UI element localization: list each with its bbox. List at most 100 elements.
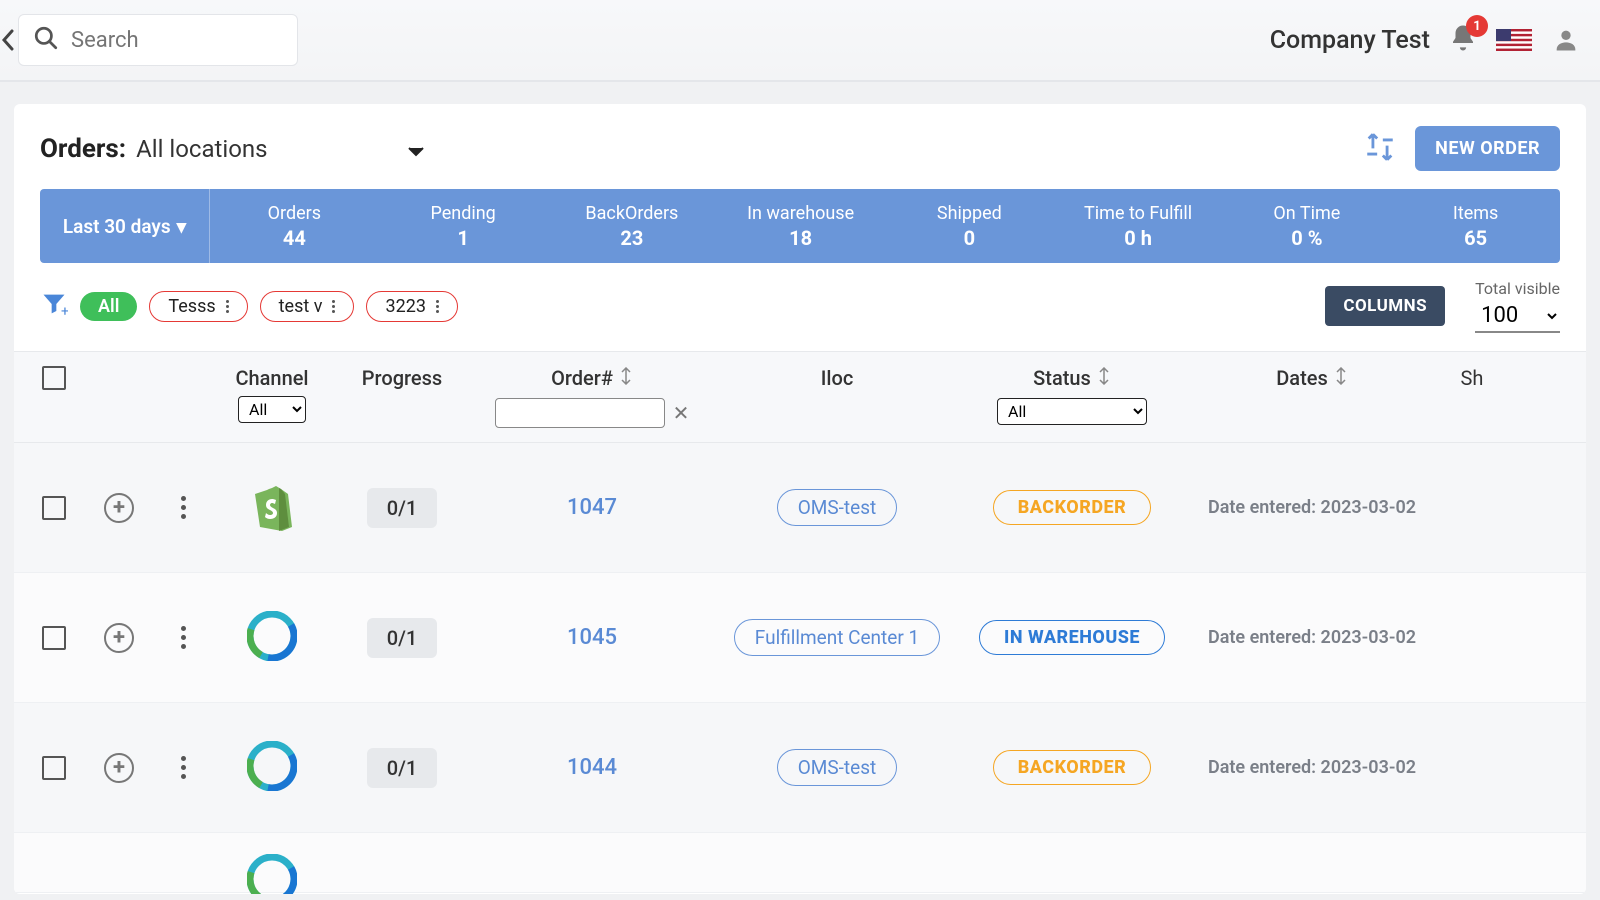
select-all-checkbox[interactable] xyxy=(42,366,66,390)
table-row: +0/1 1044 OMS-test BACKORDER Date entered: 2… xyxy=(14,703,1586,833)
table-row xyxy=(14,833,1586,893)
stat-item: Pending1 xyxy=(379,189,548,263)
channel-filter-select[interactable]: All xyxy=(238,396,306,423)
status-filter-select[interactable]: All xyxy=(997,398,1147,425)
iloc-chip: Fulfillment Center 1 xyxy=(734,619,940,656)
total-visible-label: Total visible xyxy=(1475,279,1560,298)
search-input[interactable] xyxy=(71,28,283,53)
clear-order-filter-icon[interactable]: ✕ xyxy=(673,401,690,425)
channel-logo-icon xyxy=(247,854,297,895)
caret-down-icon: ▾ xyxy=(177,215,187,238)
new-order-button[interactable]: NEW ORDER xyxy=(1415,126,1560,171)
svg-text:+: + xyxy=(61,304,68,318)
search-box[interactable] xyxy=(18,14,298,66)
progress-chip: 0/1 xyxy=(367,748,438,788)
page-card: Orders: All locations NEW ORDER Last 30 … xyxy=(14,104,1586,894)
stat-item: Items65 xyxy=(1391,189,1560,263)
row-checkbox[interactable] xyxy=(42,756,66,780)
stat-label: Orders xyxy=(268,203,321,224)
stat-label: In warehouse xyxy=(747,203,854,224)
stat-value: 23 xyxy=(620,226,643,250)
back-chevron-icon[interactable] xyxy=(0,29,16,51)
sort-icon xyxy=(619,366,633,390)
col-status-sort[interactable]: Status xyxy=(1033,366,1111,390)
import-export-icon[interactable] xyxy=(1363,130,1397,168)
row-menu-button[interactable] xyxy=(181,496,186,519)
stat-label: BackOrders xyxy=(585,203,678,224)
expand-row-button[interactable]: + xyxy=(104,623,134,653)
stats-period-label: Last 30 days xyxy=(63,215,171,238)
stat-label: Pending xyxy=(430,203,495,224)
stat-item: BackOrders23 xyxy=(548,189,717,263)
table-row: +0/1 1045 Fulfillment Center 1 IN WAREHOUSE… xyxy=(14,573,1586,703)
notifications-button[interactable]: 1 xyxy=(1448,23,1478,57)
stat-item: Time to Fulfill0 h xyxy=(1054,189,1223,263)
stat-label: Shipped xyxy=(937,203,1002,224)
col-dates-sort[interactable]: Dates xyxy=(1276,366,1348,390)
row-menu-button[interactable] xyxy=(181,756,186,779)
date-entered: Date entered: 2023-03-02 xyxy=(1208,497,1416,518)
order-link[interactable]: 1047 xyxy=(567,495,617,520)
col-sh-label: Sh xyxy=(1461,366,1484,390)
stat-item: Orders44 xyxy=(210,189,379,263)
iloc-chip: OMS-test xyxy=(777,489,898,526)
filter-pill[interactable]: test v xyxy=(260,291,355,322)
iloc-chip: OMS-test xyxy=(777,749,898,786)
stat-item: In warehouse18 xyxy=(716,189,885,263)
channel-logo-icon xyxy=(247,611,297,665)
col-iloc-label: Iloc xyxy=(821,366,854,390)
page-title: Orders: xyxy=(40,134,126,164)
expand-row-button[interactable]: + xyxy=(104,753,134,783)
status-chip: BACKORDER xyxy=(993,750,1152,785)
col-progress-label: Progress xyxy=(362,366,442,390)
total-visible-select[interactable]: 100 xyxy=(1475,300,1560,333)
row-checkbox[interactable] xyxy=(42,496,66,520)
row-menu-button[interactable] xyxy=(181,626,186,649)
add-filter-icon[interactable]: + xyxy=(40,290,68,322)
kebab-icon[interactable] xyxy=(436,300,439,313)
filter-pill[interactable]: 3223 xyxy=(366,291,457,322)
notification-badge: 1 xyxy=(1466,15,1488,37)
stat-value: 65 xyxy=(1464,226,1487,250)
search-icon xyxy=(33,25,59,55)
stat-value: 44 xyxy=(283,226,306,250)
locale-flag-us[interactable] xyxy=(1496,29,1532,51)
company-name: Company Test xyxy=(1270,26,1430,55)
stats-bar: Last 30 days ▾ Orders44Pending1BackOrder… xyxy=(40,189,1560,263)
table-header: Channel All Progress Order# ✕ Iloc Statu… xyxy=(14,352,1586,443)
col-order-sort[interactable]: Order# xyxy=(551,366,633,390)
stat-item: Shipped0 xyxy=(885,189,1054,263)
kebab-icon[interactable] xyxy=(332,300,335,313)
stat-value: 0 xyxy=(964,226,975,250)
caret-down-icon xyxy=(408,135,424,163)
stat-value: 0 h xyxy=(1124,226,1152,250)
order-filter-input[interactable] xyxy=(495,398,665,428)
order-link[interactable]: 1044 xyxy=(567,755,617,780)
channel-logo-icon xyxy=(247,481,297,535)
table-row: +0/1 1047 OMS-test BACKORDER Date entered: 2… xyxy=(14,443,1586,573)
progress-chip: 0/1 xyxy=(367,618,438,658)
date-entered: Date entered: 2023-03-02 xyxy=(1208,757,1416,778)
columns-button[interactable]: COLUMNS xyxy=(1325,286,1445,326)
col-channel-label: Channel xyxy=(235,366,308,390)
status-chip: IN WAREHOUSE xyxy=(979,620,1165,655)
order-link[interactable]: 1045 xyxy=(567,625,617,650)
filter-pill[interactable]: Tesss xyxy=(149,291,247,322)
stat-label: Items xyxy=(1453,203,1498,224)
expand-row-button[interactable]: + xyxy=(104,493,134,523)
user-avatar-icon[interactable] xyxy=(1552,26,1580,54)
topbar: Company Test 1 xyxy=(0,0,1600,82)
stats-period-select[interactable]: Last 30 days ▾ xyxy=(40,189,210,263)
channel-logo-icon xyxy=(247,741,297,795)
row-checkbox[interactable] xyxy=(42,626,66,650)
sort-icon xyxy=(1097,366,1111,390)
status-chip: BACKORDER xyxy=(993,490,1152,525)
stat-value: 0 % xyxy=(1291,226,1322,250)
progress-chip: 0/1 xyxy=(367,488,438,528)
kebab-icon[interactable] xyxy=(226,300,229,313)
bell-icon xyxy=(1448,38,1478,57)
date-entered: Date entered: 2023-03-02 xyxy=(1208,627,1416,648)
stat-value: 1 xyxy=(457,226,468,250)
location-select[interactable]: All locations xyxy=(136,135,423,163)
filter-pill-all[interactable]: All xyxy=(80,292,137,321)
